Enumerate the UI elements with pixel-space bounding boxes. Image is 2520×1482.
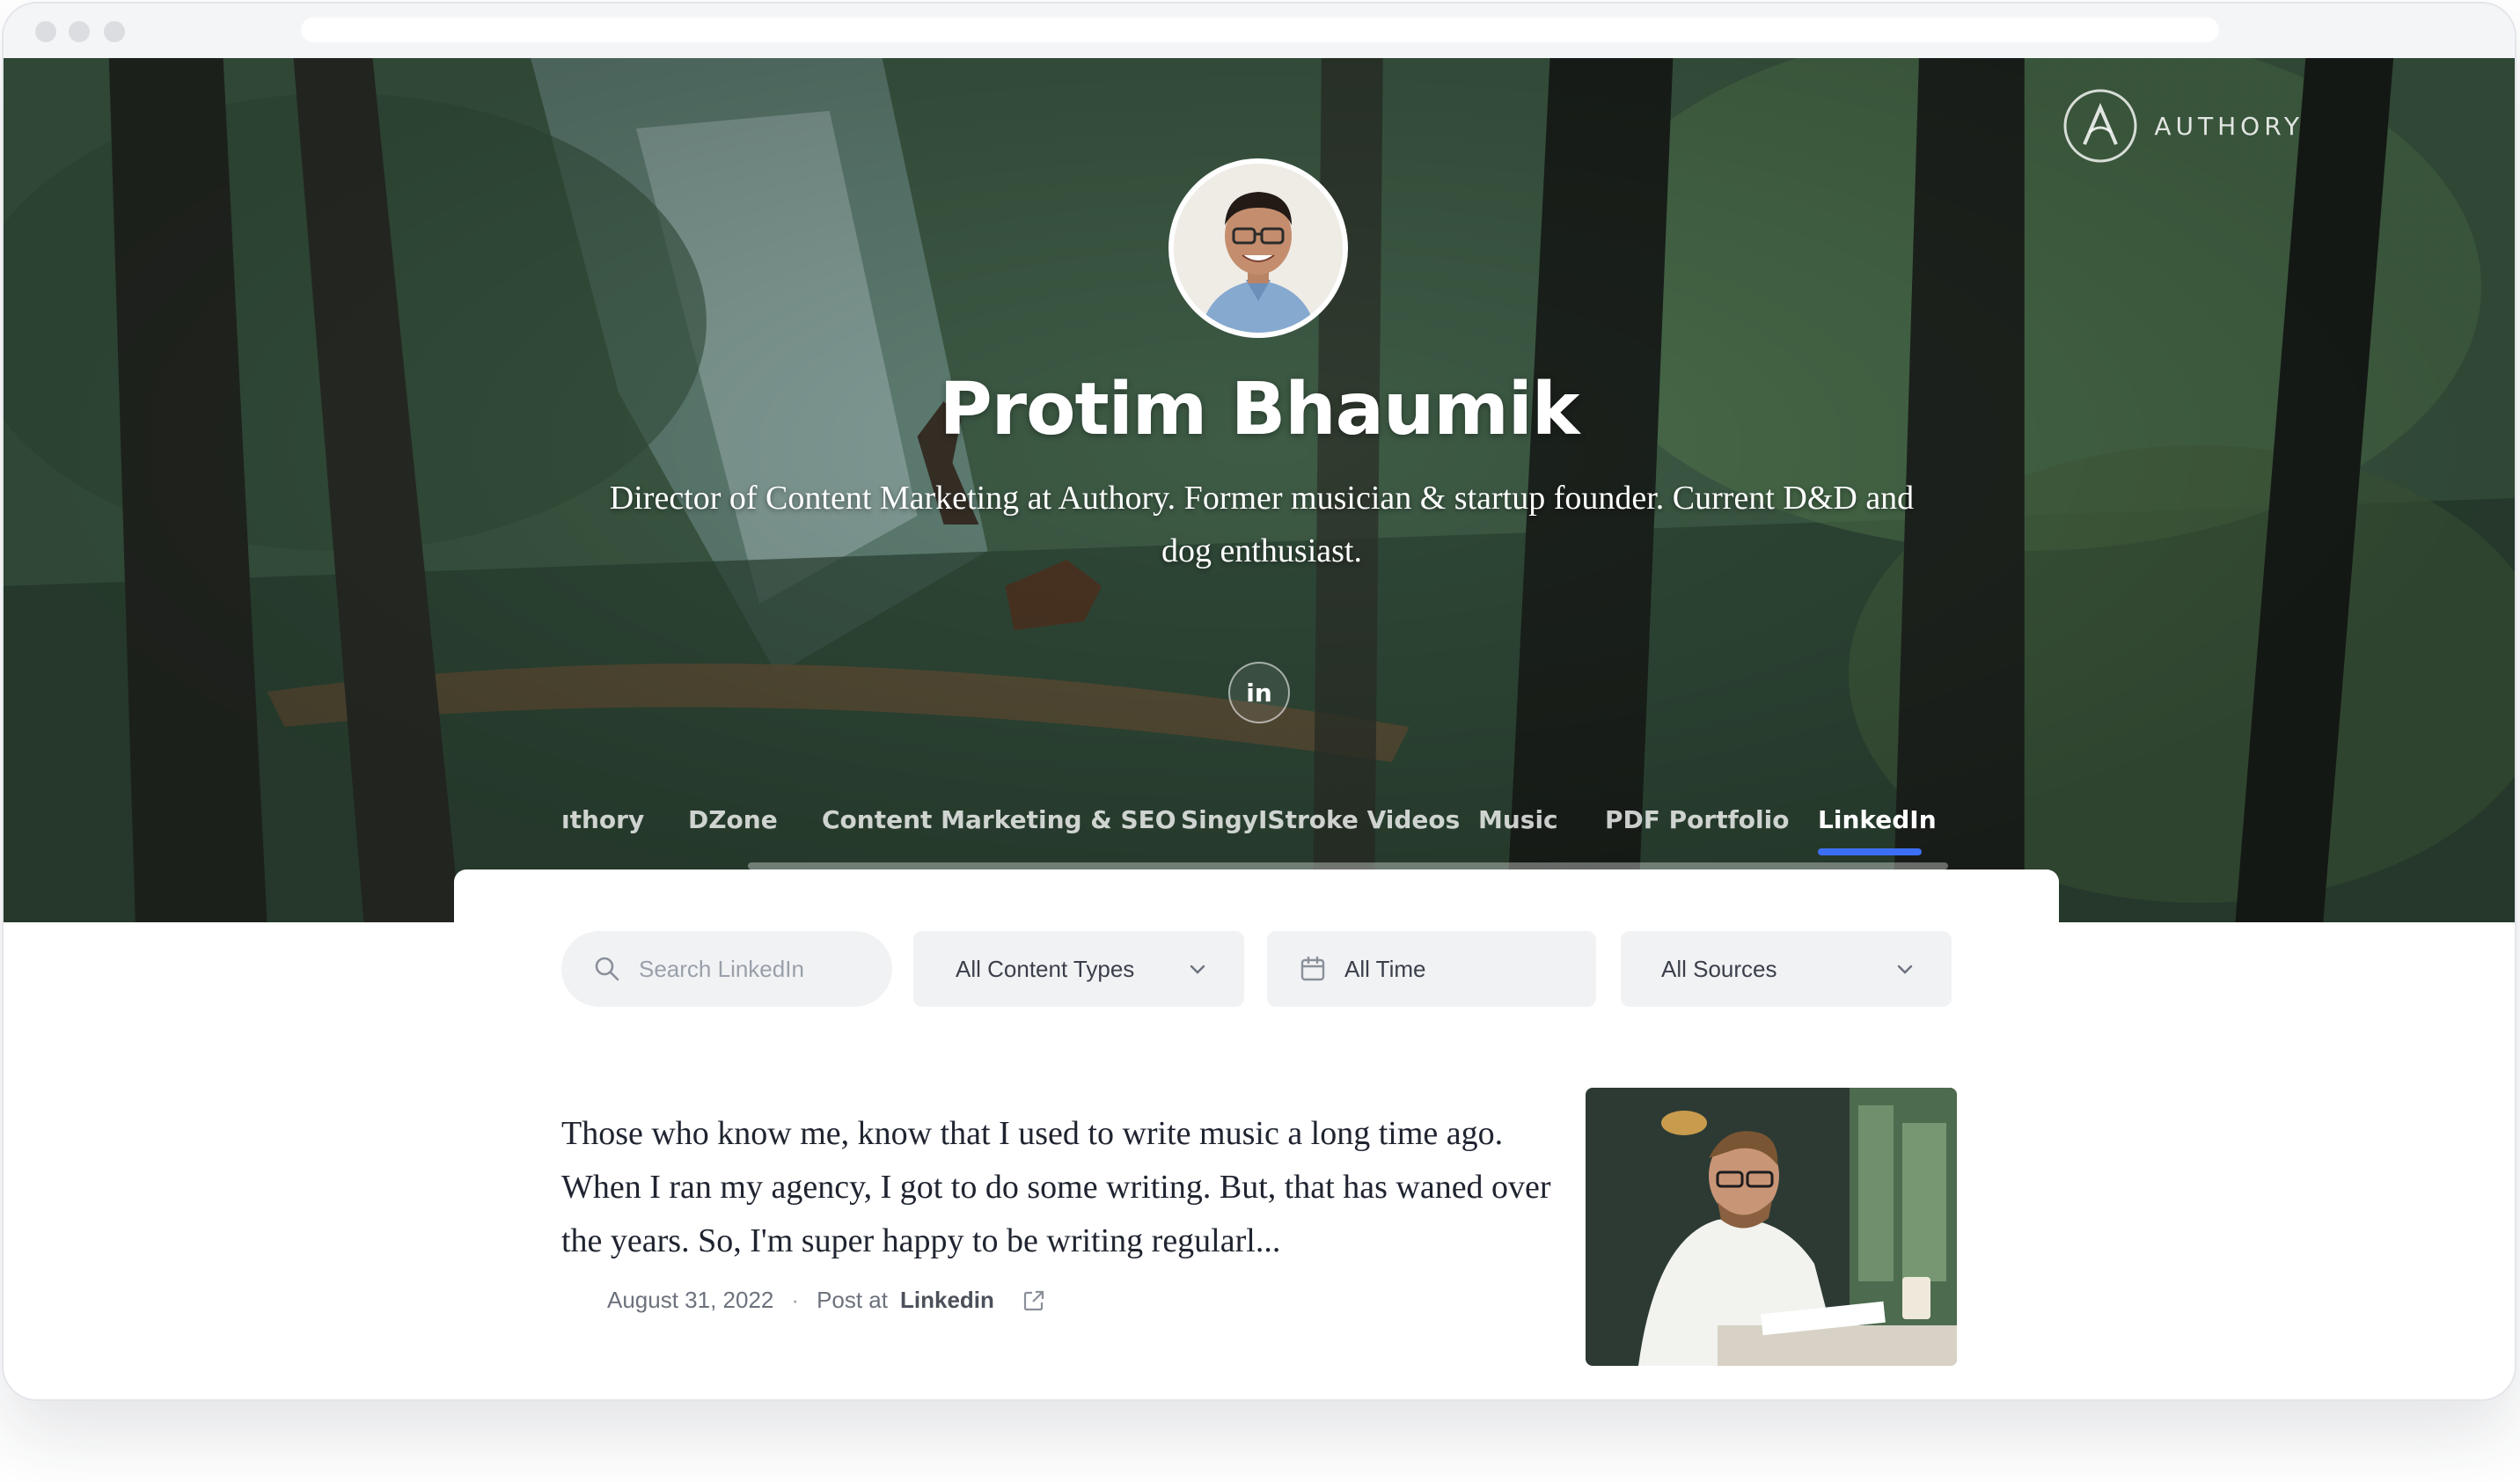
active-tab-indicator xyxy=(1818,848,1922,855)
tab-content-marketing-seo[interactable]: Content Marketing & SEO xyxy=(822,785,1176,864)
close-window-button[interactable] xyxy=(35,21,56,42)
calendar-icon xyxy=(1300,956,1325,981)
tabs-scrollbar[interactable] xyxy=(748,862,1948,869)
chevron-down-icon xyxy=(1897,965,1913,974)
post-excerpt[interactable]: Those who know me, know that I used to w… xyxy=(561,1107,1556,1268)
post-source: Linkedin xyxy=(900,1287,994,1313)
profile-bio: Director of Content Marketing at Authory… xyxy=(609,480,1915,569)
tab-authory[interactable]: ıthory xyxy=(561,785,644,864)
filter-bar: All Content Types All Time All Sources xyxy=(561,931,1952,1007)
profile-name: Protim Bhaumik xyxy=(939,368,1580,451)
time-range-value: All Time xyxy=(1344,955,1426,982)
sources-value: All Sources xyxy=(1661,955,1777,982)
post-thumbnail-image xyxy=(1586,1088,1957,1366)
search-field[interactable] xyxy=(561,931,892,1007)
sources-dropdown[interactable]: All Sources xyxy=(1621,931,1952,1007)
content-card: All Content Types All Time All Sources xyxy=(454,869,2059,1399)
linkedin-icon: in xyxy=(1246,678,1272,708)
linkedin-profile-link[interactable]: in xyxy=(1228,662,1290,723)
browser-chrome xyxy=(4,4,2515,58)
external-link-icon[interactable] xyxy=(1021,1288,1047,1314)
post-thumbnail[interactable] xyxy=(1586,1088,1957,1366)
avatar-photo xyxy=(1174,164,1343,333)
tab-dzone[interactable]: DZone xyxy=(688,785,778,864)
post-date: August 31, 2022 xyxy=(607,1287,774,1313)
avatar xyxy=(1168,158,1348,338)
maximize-window-button[interactable] xyxy=(104,21,125,42)
content-types-value: All Content Types xyxy=(956,955,1135,982)
search-input[interactable] xyxy=(639,955,868,983)
tab-pdf-portfolio[interactable]: PDF Portfolio xyxy=(1605,785,1789,864)
content-types-dropdown[interactable]: All Content Types xyxy=(913,931,1244,1007)
post-meta: August 31, 2022 · Post at Linkedin xyxy=(607,1287,1047,1314)
tab-singyistroke-videos[interactable]: SingyIStroke Videos xyxy=(1181,785,1460,864)
brand-name: AUTHORY xyxy=(2154,111,2304,141)
chevron-down-icon xyxy=(1190,965,1205,974)
meta-separator: · xyxy=(791,1287,800,1313)
browser-window: AUTHORY Protim Bhaumik Director of Conte… xyxy=(2,2,2516,1401)
authory-logo-icon xyxy=(2063,89,2137,163)
profile-hero: AUTHORY Protim Bhaumik Director of Conte… xyxy=(4,58,2515,922)
address-bar[interactable] xyxy=(301,18,2219,42)
post-item: Those who know me, know that I used to w… xyxy=(561,1088,1957,1369)
authory-brand[interactable]: AUTHORY xyxy=(2062,88,2304,164)
time-range-picker[interactable]: All Time xyxy=(1267,931,1596,1007)
minimize-window-button[interactable] xyxy=(69,21,90,42)
post-type-label: Post at xyxy=(817,1287,888,1313)
search-icon xyxy=(595,957,619,981)
tab-music[interactable]: Music xyxy=(1478,785,1558,864)
